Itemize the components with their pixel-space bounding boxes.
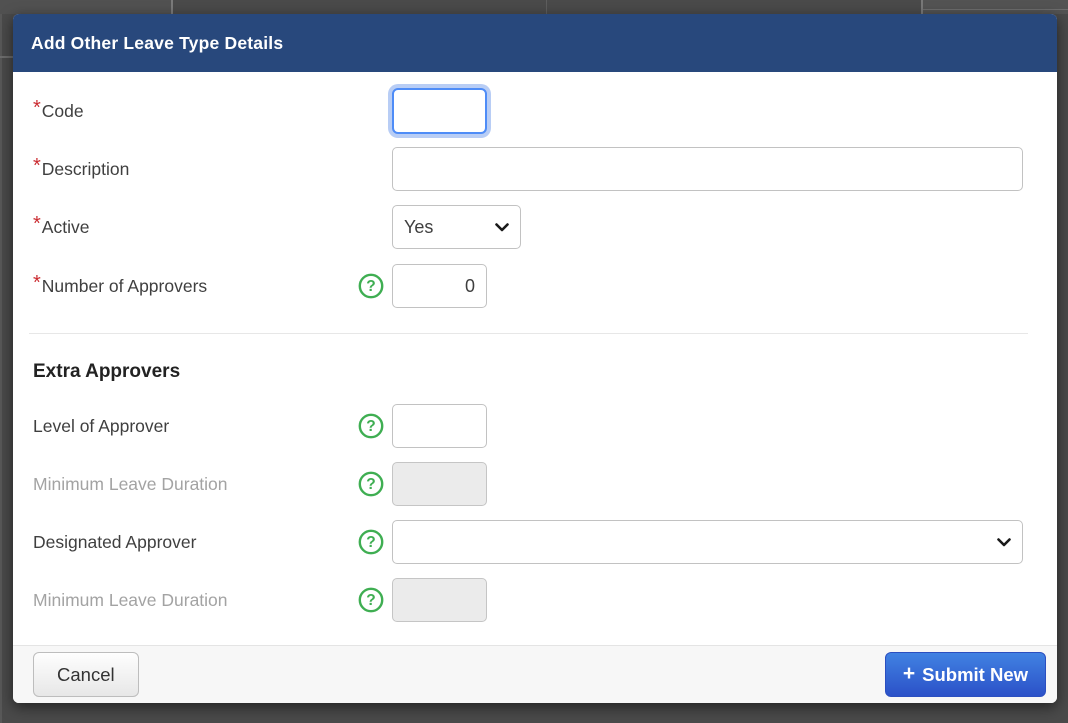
level-of-approver-row: Level of Approver ? — [13, 404, 1057, 448]
dialog-header: Add Other Leave Type Details — [13, 14, 1057, 72]
background-page-fragment — [546, 0, 547, 14]
code-input[interactable] — [392, 88, 487, 134]
required-asterisk: * — [33, 272, 41, 294]
active-select[interactable]: Yes — [392, 205, 521, 249]
active-select-value: Yes — [404, 217, 433, 238]
minimum-leave-duration-row: Minimum Leave Duration ? — [13, 578, 1057, 622]
background-page-fragment — [0, 56, 13, 58]
required-asterisk: * — [33, 97, 41, 119]
help-icon[interactable]: ? — [358, 413, 384, 439]
minimum-leave-duration-label: Minimum Leave Duration — [33, 474, 358, 495]
background-page-fragment — [921, 0, 1068, 14]
dialog-body: *Code *Description *Active Yes *Number o… — [13, 72, 1057, 645]
minimum-leave-duration-input — [392, 462, 487, 506]
description-input[interactable] — [392, 147, 1023, 191]
dialog-footer: Cancel + Submit New — [13, 645, 1057, 703]
code-row: *Code — [13, 88, 1057, 134]
chevron-down-icon — [997, 538, 1011, 547]
designated-approver-label: Designated Approver — [33, 532, 358, 553]
background-page-fragment — [0, 0, 171, 14]
svg-text:?: ? — [366, 476, 375, 493]
svg-text:?: ? — [366, 592, 375, 609]
designated-approver-row: Designated Approver ? — [13, 520, 1057, 564]
plus-icon: + — [903, 662, 915, 686]
description-label: *Description — [33, 158, 358, 181]
designated-approver-select[interactable] — [392, 520, 1023, 564]
active-label: *Active — [33, 216, 358, 239]
level-of-approver-label: Level of Approver — [33, 416, 358, 437]
minimum-leave-duration-row: Minimum Leave Duration ? — [13, 462, 1057, 506]
help-icon[interactable]: ? — [358, 587, 384, 613]
number-of-approvers-row: *Number of Approvers ? — [13, 264, 1057, 308]
section-divider — [29, 333, 1028, 334]
background-page-fragment — [171, 0, 173, 14]
level-of-approver-input[interactable] — [392, 404, 487, 448]
submit-new-button[interactable]: + Submit New — [885, 652, 1046, 697]
chevron-down-icon — [495, 223, 509, 232]
add-other-leave-type-dialog: Add Other Leave Type Details *Code *Desc… — [13, 14, 1057, 703]
number-of-approvers-input[interactable] — [392, 264, 487, 308]
svg-text:?: ? — [366, 534, 375, 551]
required-asterisk: * — [33, 213, 41, 235]
submit-new-label: Submit New — [922, 664, 1028, 686]
help-icon[interactable]: ? — [358, 273, 384, 299]
number-of-approvers-label: *Number of Approvers — [33, 275, 358, 298]
background-page-fragment — [0, 0, 2, 723]
svg-text:?: ? — [366, 278, 375, 295]
background-page-fragment — [921, 0, 923, 14]
help-icon[interactable]: ? — [358, 471, 384, 497]
background-page-fragment — [923, 9, 1068, 10]
svg-text:?: ? — [366, 418, 375, 435]
description-row: *Description — [13, 147, 1057, 191]
extra-approvers-heading: Extra Approvers — [33, 358, 1057, 386]
minimum-leave-duration-label: Minimum Leave Duration — [33, 590, 358, 611]
cancel-button[interactable]: Cancel — [33, 652, 139, 697]
dialog-title: Add Other Leave Type Details — [31, 33, 283, 54]
minimum-leave-duration-input — [392, 578, 487, 622]
active-row: *Active Yes — [13, 205, 1057, 249]
required-asterisk: * — [33, 155, 41, 177]
help-icon[interactable]: ? — [358, 529, 384, 555]
code-label: *Code — [33, 100, 358, 123]
